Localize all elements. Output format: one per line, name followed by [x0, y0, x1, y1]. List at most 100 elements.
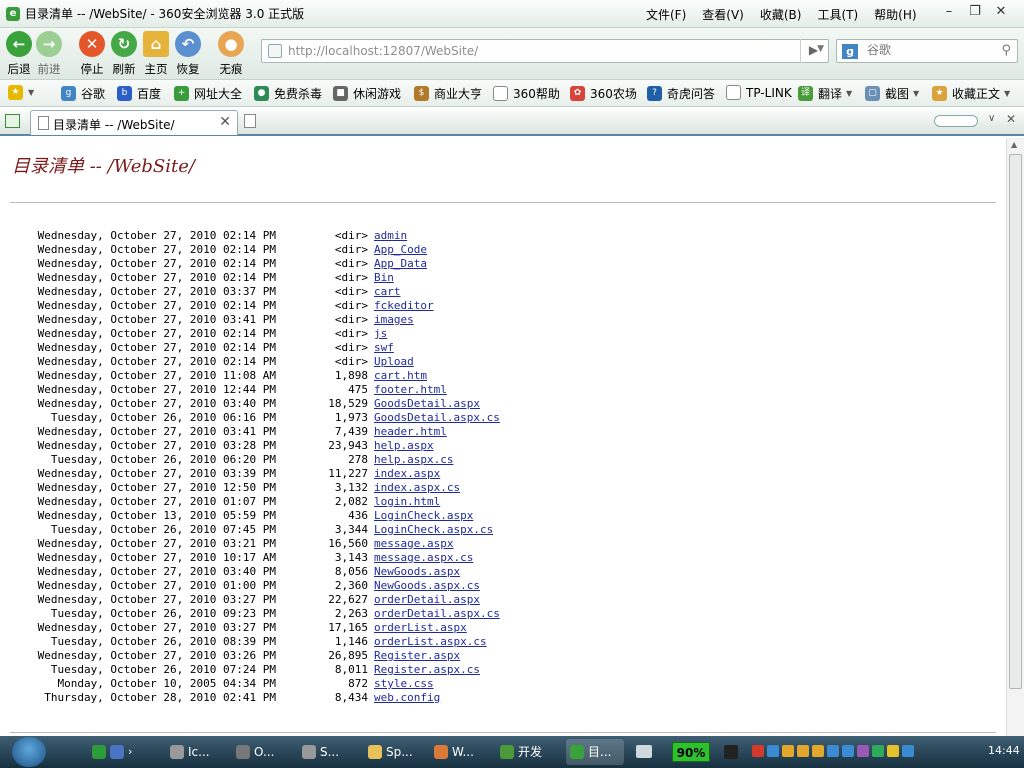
desktop-icon[interactable] — [110, 745, 124, 759]
listing-link[interactable]: cart — [374, 285, 401, 299]
listing-link[interactable]: App_Code — [374, 243, 427, 257]
tray-icon[interactable] — [902, 745, 914, 757]
fav-web-directory[interactable]: + 网址大全 — [174, 85, 242, 102]
tray-icon[interactable] — [767, 745, 779, 757]
listing-link[interactable]: NewGoods.aspx — [374, 565, 460, 579]
task-item[interactable]: O... — [236, 739, 294, 765]
listing-link[interactable]: Register.aspx — [374, 649, 460, 663]
listing-link[interactable]: help.aspx — [374, 439, 434, 453]
tray-icon[interactable] — [827, 745, 839, 757]
task-item[interactable]: Ic... — [170, 739, 228, 765]
tray-icon[interactable] — [752, 745, 764, 757]
listing-link[interactable]: help.aspx.cs — [374, 453, 453, 467]
listing-link[interactable]: header.html — [374, 425, 447, 439]
fav-screenshot[interactable]: ▢ 截图 ▼ — [865, 85, 919, 102]
listing-link[interactable]: orderList.aspx — [374, 621, 467, 635]
gamepad-icon: ■ — [333, 86, 348, 101]
fav-360-help[interactable]: 360帮助 — [493, 85, 560, 102]
task-item[interactable]: W... — [434, 739, 492, 765]
close-icon[interactable]: ✕ — [988, 4, 1014, 19]
listing-link[interactable]: LoginCheck.aspx — [374, 509, 473, 523]
listing-link[interactable]: GoodsDetail.aspx.cs — [374, 411, 500, 425]
task-item[interactable]: 开发 — [500, 739, 558, 765]
menu-tools[interactable]: 工具(T) — [817, 6, 858, 23]
tray-icon[interactable] — [782, 745, 794, 757]
menu-favorites[interactable]: 收藏(B) — [760, 6, 802, 23]
fav-qihoo-qa[interactable]: ? 奇虎问答 — [647, 85, 715, 102]
menu-view[interactable]: 查看(V) — [702, 6, 744, 23]
start-button[interactable] — [12, 737, 46, 767]
tray-icon[interactable] — [857, 745, 869, 757]
close-icon[interactable]: ✕ — [1006, 112, 1016, 126]
listing-row: Wednesday, October 27, 2010 11:08 AM 1,89… — [24, 369, 427, 383]
tray-icon[interactable] — [812, 745, 824, 757]
fav-casual-games[interactable]: ■ 休闲游戏 — [333, 85, 401, 102]
tab-close-icon[interactable]: ✕ — [219, 114, 231, 130]
listing-link[interactable]: login.html — [374, 495, 440, 509]
listing-link[interactable]: style.css — [374, 677, 434, 691]
menu-help[interactable]: 帮助(H) — [874, 6, 916, 23]
listing-link[interactable]: cart.htm — [374, 369, 427, 383]
power-plug-icon[interactable] — [724, 745, 738, 759]
listing-link[interactable]: Register.aspx.cs — [374, 663, 480, 677]
tray-icon[interactable] — [842, 745, 854, 757]
vertical-scrollbar[interactable]: ▲ — [1006, 138, 1024, 736]
listing-link[interactable]: Upload — [374, 355, 414, 369]
chevron-down-icon[interactable]: ∨ — [988, 113, 995, 124]
listing-link[interactable]: NewGoods.aspx.cs — [374, 579, 480, 593]
listing-link[interactable]: footer.html — [374, 383, 447, 397]
listing-link[interactable]: admin — [374, 229, 407, 243]
chevron-right-icon[interactable]: › — [128, 739, 132, 765]
search-input[interactable] — [867, 43, 987, 57]
listing-link[interactable]: index.aspx — [374, 467, 440, 481]
listing-link[interactable]: images — [374, 313, 414, 327]
listing-link[interactable]: GoodsDetail.aspx — [374, 397, 480, 411]
listing-link[interactable]: orderDetail.aspx — [374, 593, 480, 607]
incognito-button[interactable]: ● 无痕 — [212, 31, 250, 77]
fav-360-farm[interactable]: ✿ 360农场 — [570, 85, 637, 102]
listing-link[interactable]: message.aspx.cs — [374, 551, 473, 565]
tray-icon[interactable] — [872, 745, 884, 757]
fav-tp-link[interactable]: TP-LINK — [726, 85, 792, 100]
scroll-up-icon[interactable]: ▲ — [1011, 140, 1017, 149]
new-tab-icon[interactable] — [244, 114, 256, 128]
forward-button[interactable]: → 前进 — [30, 31, 68, 77]
fav-translate[interactable]: 译翻译 ▼ — [798, 85, 852, 102]
scrollbar-thumb[interactable] — [1009, 154, 1022, 689]
listing-link[interactable]: App_Data — [374, 257, 427, 271]
menu-file[interactable]: 文件(F) — [646, 6, 686, 23]
fav-collect-text[interactable]: ★ 收藏正文 ▼ — [932, 85, 1010, 102]
fav-google[interactable]: g 谷歌 — [61, 85, 105, 102]
task-item[interactable]: Sp... — [368, 739, 426, 765]
listing-link[interactable]: LoginCheck.aspx.cs — [374, 523, 493, 537]
listing-link[interactable]: orderList.aspx.cs — [374, 635, 487, 649]
address-bar[interactable]: http://localhost:12807/WebSite/ ▼ — [261, 39, 829, 63]
browser-icon[interactable] — [92, 745, 106, 759]
tray-icon[interactable] — [887, 745, 899, 757]
listing-link[interactable]: web.config — [374, 691, 440, 705]
tray-icon[interactable] — [797, 745, 809, 757]
minimize-icon[interactable]: – — [936, 4, 962, 19]
task-item[interactable]: S... — [302, 739, 360, 765]
keyboard-icon[interactable] — [636, 745, 652, 758]
maximize-icon[interactable]: ❐ — [962, 4, 988, 19]
tab-active[interactable]: 目录清单 -- /WebSite/ ✕ — [30, 110, 238, 135]
task-item-active[interactable]: 目... — [566, 739, 624, 765]
listing-link[interactable]: fckeditor — [374, 299, 434, 313]
listing-link[interactable]: Bin — [374, 271, 394, 285]
fav-free-antivirus[interactable]: ● 免费杀毒 — [254, 85, 322, 102]
listing-link[interactable]: message.aspx — [374, 537, 453, 551]
listing-link[interactable]: orderDetail.aspx.cs — [374, 607, 500, 621]
restore-button[interactable]: ↶ 恢复 — [169, 31, 207, 77]
tab-list-icon[interactable] — [5, 114, 20, 128]
listing-link[interactable]: swf — [374, 341, 394, 355]
listing-link[interactable]: js — [374, 327, 387, 341]
fav-business-tycoon[interactable]: $ 商业大亨 — [414, 85, 482, 102]
tab-search-pill[interactable] — [934, 115, 978, 127]
listing-link[interactable]: index.aspx.cs — [374, 481, 460, 495]
google-icon[interactable]: g — [842, 44, 858, 59]
search-icon[interactable]: ⚲ — [1001, 43, 1011, 58]
favorites-star-icon[interactable]: ★ ▼ — [8, 85, 34, 100]
fav-baidu[interactable]: b 百度 — [117, 85, 161, 102]
go-button[interactable]: ▶ — [800, 39, 826, 63]
